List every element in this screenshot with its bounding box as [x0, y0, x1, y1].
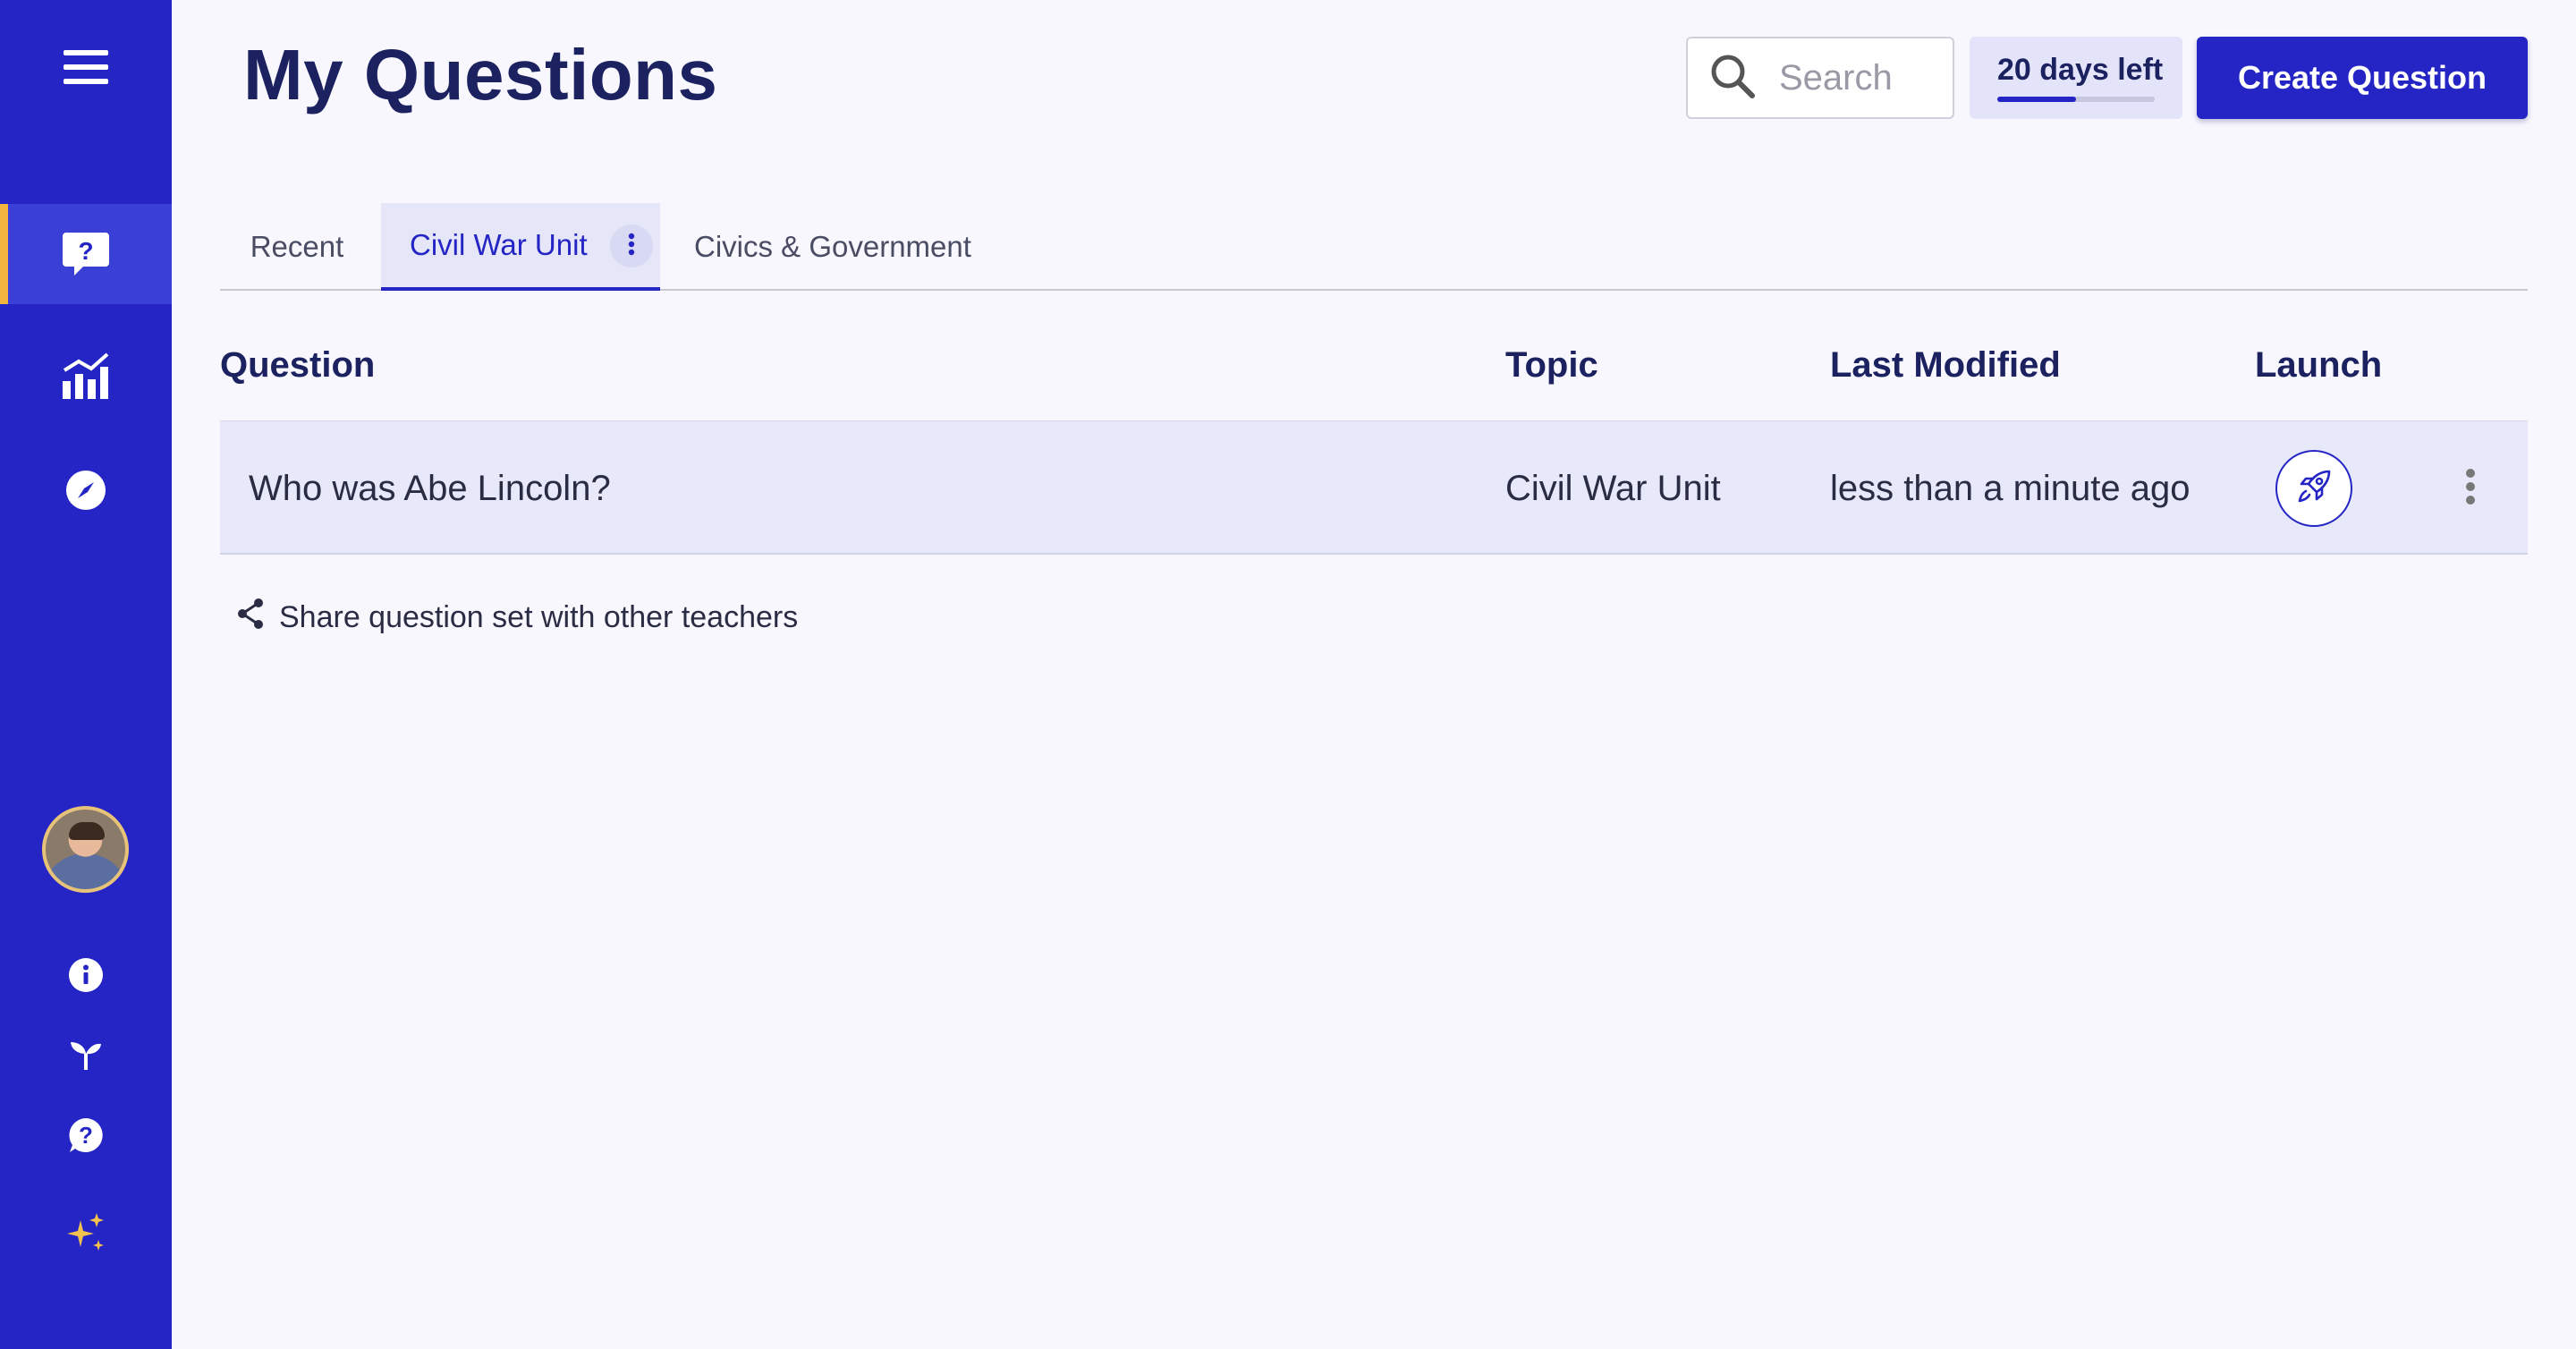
column-header-topic[interactable]: Topic	[1505, 345, 1598, 386]
questions-icon: ?	[62, 231, 110, 277]
reports-icon	[61, 351, 111, 401]
tab-recent[interactable]: Recent	[220, 203, 374, 291]
sidebar-item-whats-new[interactable]	[0, 1208, 172, 1258]
sidebar-item-info[interactable]	[0, 953, 172, 997]
column-header-launch: Launch	[2255, 345, 2383, 385]
search-box[interactable]	[1686, 37, 1954, 119]
tab-civics-government[interactable]: Civics & Government	[673, 203, 977, 291]
tab-options-button[interactable]	[610, 225, 653, 267]
share-link-text: Share question set with other teachers	[279, 600, 799, 634]
svg-text:?: ?	[78, 237, 93, 265]
info-icon	[68, 957, 104, 993]
sparkles-icon	[64, 1211, 107, 1254]
menu-button[interactable]	[0, 27, 172, 107]
sidebar-item-questions[interactable]: ?	[0, 204, 172, 304]
avatar[interactable]	[42, 806, 129, 893]
trial-progress-fill	[1997, 97, 2076, 102]
share-question-set-link[interactable]: Share question set with other teachers	[236, 598, 798, 638]
launch-button[interactable]	[2275, 450, 2352, 527]
trial-indicator[interactable]: 20 days left	[1970, 37, 2182, 119]
search-icon	[1709, 53, 1756, 104]
sidebar-item-help[interactable]: ?	[0, 1113, 172, 1158]
row-options-button[interactable]	[2444, 462, 2497, 515]
sidebar: ? ?	[0, 0, 172, 1349]
column-header-last-modified[interactable]: Last Modified	[1830, 345, 2061, 386]
compass-icon	[65, 470, 106, 511]
svg-text:?: ?	[79, 1122, 93, 1149]
sprout-icon	[68, 1039, 104, 1072]
tab-label: Civics & Government	[694, 230, 971, 263]
sidebar-item-reports[interactable]	[0, 335, 172, 416]
tab-label: Civil War Unit	[410, 228, 588, 261]
trial-days-left: 20 days left	[1997, 53, 2164, 87]
share-icon	[236, 598, 279, 638]
kebab-icon	[2465, 468, 2476, 510]
last-modified-cell: less than a minute ago	[1830, 468, 2190, 508]
rocket-icon	[2293, 466, 2334, 512]
topic-cell: Civil War Unit	[1505, 468, 1721, 508]
menu-icon	[64, 48, 108, 86]
tab-label: Recent	[250, 230, 344, 263]
trial-progress-bar	[1997, 97, 2155, 102]
question-set-tabs: Recent Civil War Unit Civics & Governmen…	[220, 203, 2528, 291]
tab-civil-war-unit[interactable]: Civil War Unit	[381, 203, 660, 291]
table-row[interactable]: Who was Abe Lincoln? Civil War Unit less…	[220, 420, 2528, 555]
sidebar-item-explore[interactable]	[0, 450, 172, 530]
question-cell[interactable]: Who was Abe Lincoln?	[249, 421, 611, 556]
column-header-question[interactable]: Question	[220, 345, 375, 386]
search-input[interactable]	[1779, 57, 1940, 98]
create-question-button[interactable]: Create Question	[2197, 37, 2528, 119]
sidebar-item-growth[interactable]	[0, 1033, 172, 1078]
kebab-icon	[628, 229, 635, 263]
help-icon: ?	[67, 1116, 105, 1154]
page-title: My Questions	[243, 35, 718, 115]
